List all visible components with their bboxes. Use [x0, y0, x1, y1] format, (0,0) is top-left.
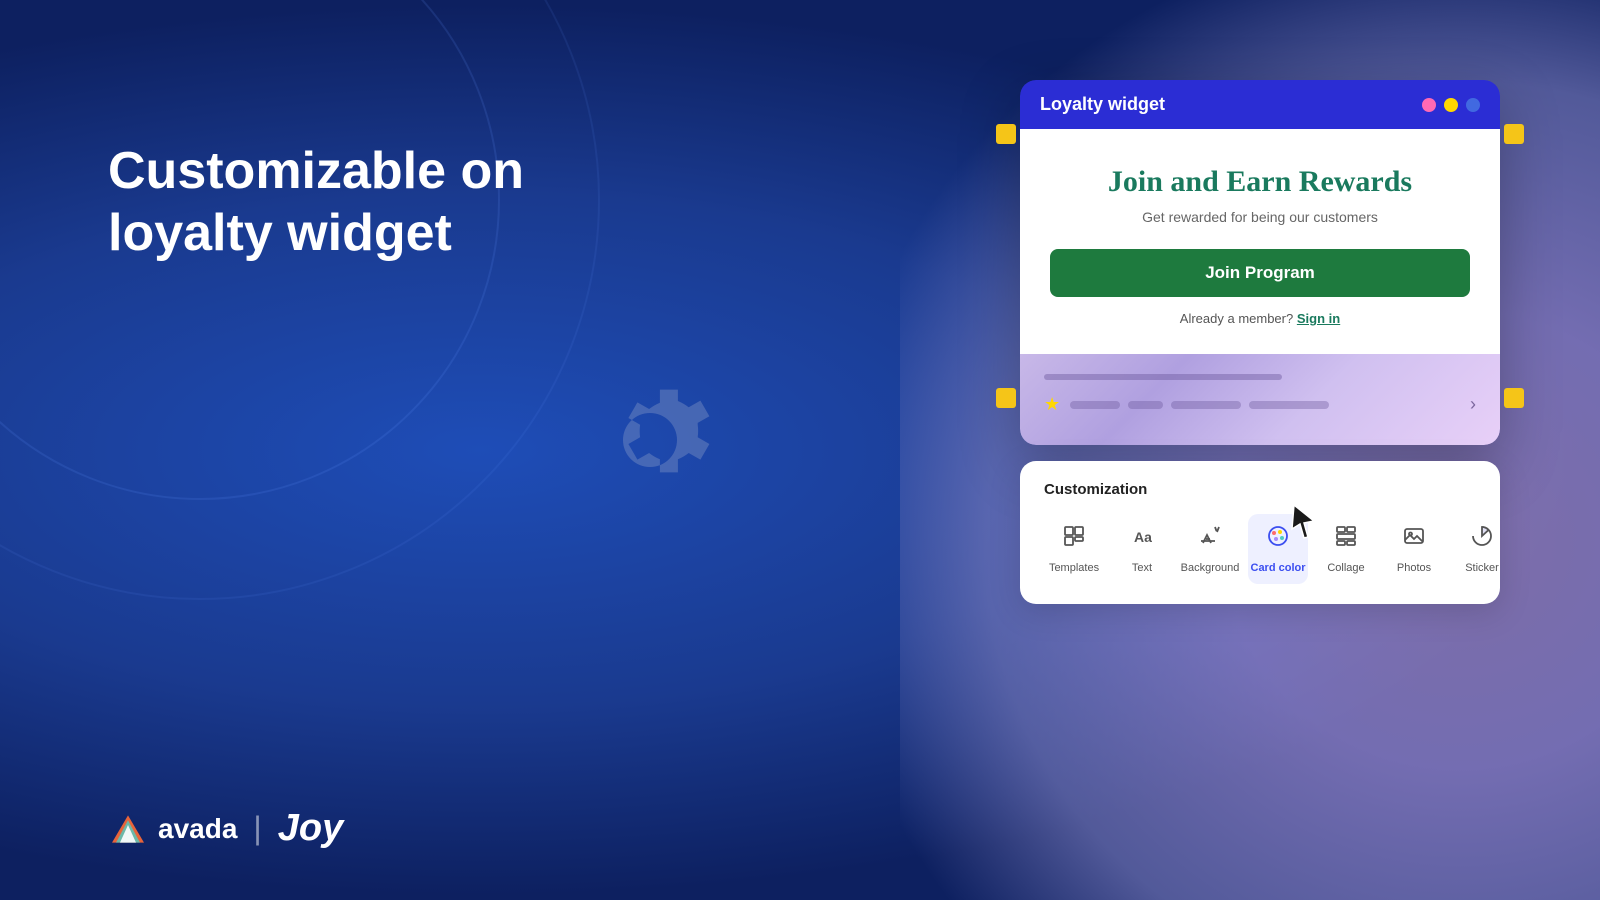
loyalty-widget-window: Loyalty widget Join and Earn Rewards Get… [1020, 80, 1500, 445]
window-dot-yellow [1444, 98, 1458, 112]
reward-bar-4 [1249, 401, 1329, 409]
logo-divider: | [253, 810, 261, 847]
custom-item-card-color[interactable]: Card color [1248, 514, 1308, 584]
star-icon: ★ [1044, 394, 1060, 415]
avada-triangle-icon [108, 809, 148, 849]
custom-item-sticker[interactable]: Sticker [1452, 514, 1512, 584]
reward-bar-3 [1171, 401, 1241, 409]
sticker-label: Sticker [1465, 562, 1499, 574]
text-icon: Aa [1130, 524, 1154, 554]
custom-item-text[interactable]: Aa Text [1112, 514, 1172, 584]
sign-in-link[interactable]: Sign in [1297, 311, 1340, 326]
loyalty-widget-title: Loyalty widget [1040, 94, 1165, 115]
custom-item-background[interactable]: Background [1180, 514, 1240, 584]
customization-title: Customization [1044, 481, 1476, 498]
widget-card: Join and Earn Rewards Get rewarded for b… [1020, 129, 1500, 354]
collage-icon [1334, 524, 1358, 554]
window-dots [1422, 98, 1480, 112]
selection-handle-top-right[interactable] [1504, 124, 1524, 144]
already-member-text: Already a member? Sign in [1050, 311, 1470, 326]
rewards-row: ★ › [1044, 394, 1476, 415]
background-icon [1198, 524, 1222, 554]
custom-item-collage[interactable]: Collage [1316, 514, 1376, 584]
selection-handle-top-left[interactable] [996, 124, 1016, 144]
bottom-logo: avada | Joy [108, 807, 343, 850]
card-color-icon [1266, 524, 1290, 554]
templates-label: Templates [1049, 562, 1099, 574]
window-dot-pink [1422, 98, 1436, 112]
custom-item-photos[interactable]: Photos [1384, 514, 1444, 584]
background-label: Background [1181, 562, 1240, 574]
custom-item-templates[interactable]: Templates [1044, 514, 1104, 584]
photos-icon [1402, 524, 1426, 554]
main-heading: Customizable on loyalty widget [108, 140, 524, 265]
gear-icon [560, 350, 740, 535]
widget-card-heading: Join and Earn Rewards [1050, 165, 1470, 199]
widget-card-subheading: Get rewarded for being our customers [1050, 209, 1470, 225]
rewards-progress-bar [1044, 374, 1282, 380]
svg-text:Aa: Aa [1134, 529, 1152, 545]
customization-panel: Customization Templates Aa [1020, 461, 1500, 604]
chevron-right-icon[interactable]: › [1470, 394, 1476, 415]
widget-area: Loyalty widget Join and Earn Rewards Get… [1020, 80, 1500, 604]
selection-handle-bottom-left[interactable] [996, 388, 1016, 408]
reward-bar-2 [1128, 401, 1163, 409]
text-label: Text [1132, 562, 1152, 574]
joy-text: Joy [278, 807, 343, 850]
card-color-label: Card color [1251, 562, 1306, 574]
reward-bar-1 [1070, 401, 1120, 409]
sticker-icon [1470, 524, 1494, 554]
left-content: Customizable on loyalty widget [108, 140, 524, 265]
widget-rewards-section: ★ › [1020, 354, 1500, 445]
join-program-button[interactable]: Join Program [1050, 249, 1470, 297]
avada-logo: avada [108, 809, 237, 849]
rewards-bars [1070, 401, 1460, 409]
templates-icon [1062, 524, 1086, 554]
customization-items: Templates Aa Text Back [1044, 514, 1476, 584]
selection-handle-bottom-right[interactable] [1504, 388, 1524, 408]
window-dot-blue [1466, 98, 1480, 112]
collage-label: Collage [1327, 562, 1364, 574]
photos-label: Photos [1397, 562, 1431, 574]
loyalty-widget-header: Loyalty widget [1020, 80, 1500, 129]
avada-text: avada [158, 813, 237, 845]
